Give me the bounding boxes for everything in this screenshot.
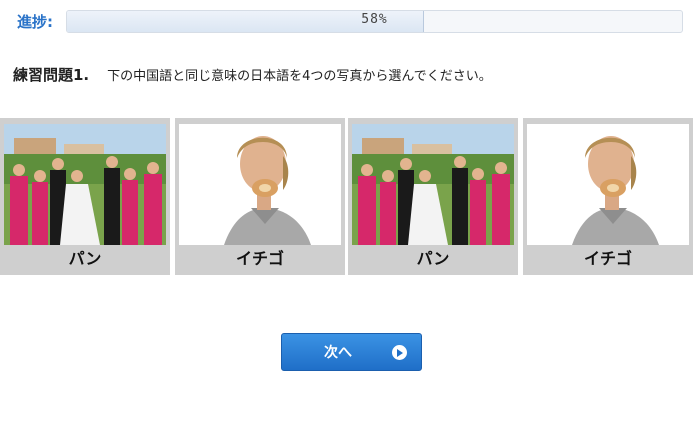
wedding-party-photo — [352, 124, 514, 245]
play-circle-icon — [392, 345, 407, 360]
wedding-party-photo — [4, 124, 166, 245]
next-button[interactable]: 次へ — [281, 333, 422, 371]
choice-2-caption: イチゴ — [235, 249, 284, 268]
next-button-label: 次へ — [324, 345, 352, 361]
progress-bar: 58% — [66, 10, 683, 33]
choice-2[interactable]: イチゴ — [175, 118, 345, 275]
question-title: 練習問題1. — [13, 66, 90, 84]
choice-1[interactable]: パン — [0, 118, 170, 275]
question-text: 下の中国語と同じ意味の日本語を4つの写真から選んでください。 — [107, 69, 492, 84]
choice-grid: パン イチゴ パン イチゴ — [0, 118, 693, 275]
progress-label: 進捗: — [17, 13, 53, 31]
progress-text: 58% — [361, 12, 388, 27]
choice-4-caption: イチゴ — [583, 249, 632, 268]
person-eating-bread-photo — [527, 124, 689, 245]
choice-3[interactable]: パン — [348, 118, 518, 275]
choice-1-caption: パン — [68, 249, 102, 268]
question: 練習問題1. 下の中国語と同じ意味の日本語を4つの写真から選んでください。 — [13, 64, 492, 85]
person-eating-bread-photo — [179, 124, 341, 245]
choice-4[interactable]: イチゴ — [523, 118, 693, 275]
choice-3-caption: パン — [416, 249, 450, 268]
